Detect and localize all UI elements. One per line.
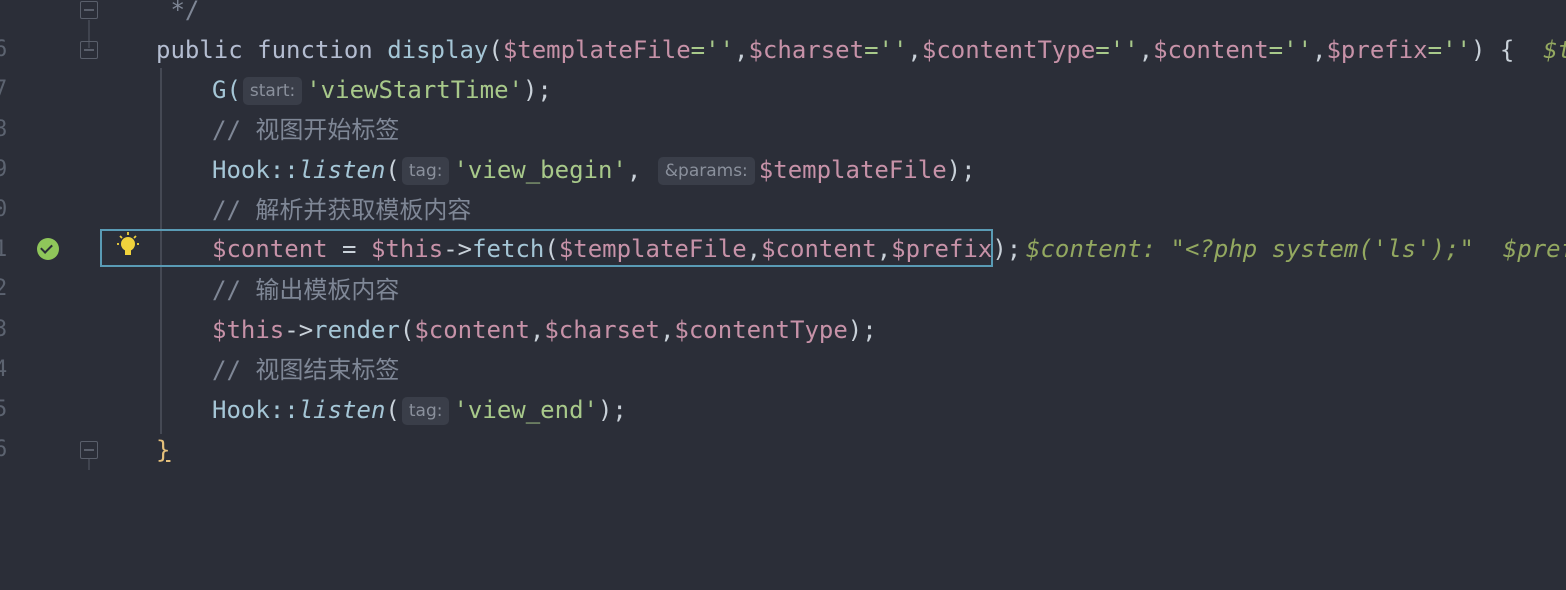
comment: // 解析并获取模板内容 [212,196,472,224]
code-line: 5 // 视图结束标签 [0,350,1566,422]
parameter-hint: tag: [401,157,450,185]
code-line: 1 // 解析并获取模板内容 [0,190,1566,262]
code-line: 9 // 视图开始标签 [0,110,1566,182]
parameter-hint: &params: [657,157,755,185]
code-line: 6 */ [0,0,1566,62]
doc-comment-end: */ [156,0,200,24]
comment: // 视图开始标签 [212,116,400,144]
inline-debug-value: $content: "<?php system('ls');" $prefi [1026,235,1566,263]
code-line: 4 $this->render($content,$charset,$conte… [0,310,1566,382]
statement: G(start:'viewStartTime'); [212,76,552,105]
comment: // 输出模板内容 [212,276,400,304]
fold-icon[interactable] [80,41,98,59]
fold-icon[interactable] [80,1,98,19]
statement: $this->render($content,$charset,$content… [212,316,877,344]
statement: $content = $this->fetch($templateFile,$c… [212,235,1022,263]
code-line: } [0,430,1566,470]
code-line: 7 public function display($templateFile=… [0,30,1566,102]
code-line: 0 Hook::listen(tag:'view_begin', &params… [0,150,1566,222]
code-line-current: 2 $content = $this->fetch($templateFile,… [0,229,1566,301]
code-line: 3 // 输出模板内容 [0,270,1566,342]
closing-brace: } [156,436,171,464]
code-line: 8 G(start:'viewStartTime'); [0,70,1566,142]
code-editor[interactable]: 6 */ 7 public function display($template… [0,0,1566,470]
statement: Hook::listen(tag:'view_end'); [212,396,627,425]
comment: // 视图结束标签 [212,356,400,384]
parameter-hint: tag: [401,397,450,425]
fold-icon[interactable] [80,441,98,459]
statement: Hook::listen(tag:'view_begin', &params: $… [212,156,976,185]
code-line: 6 Hook::listen(tag:'view_end'); [0,390,1566,462]
function-signature: public function display($templateFile=''… [156,30,1566,70]
inline-debug-value: $temp [1543,36,1566,64]
parameter-hint: start: [242,77,303,105]
